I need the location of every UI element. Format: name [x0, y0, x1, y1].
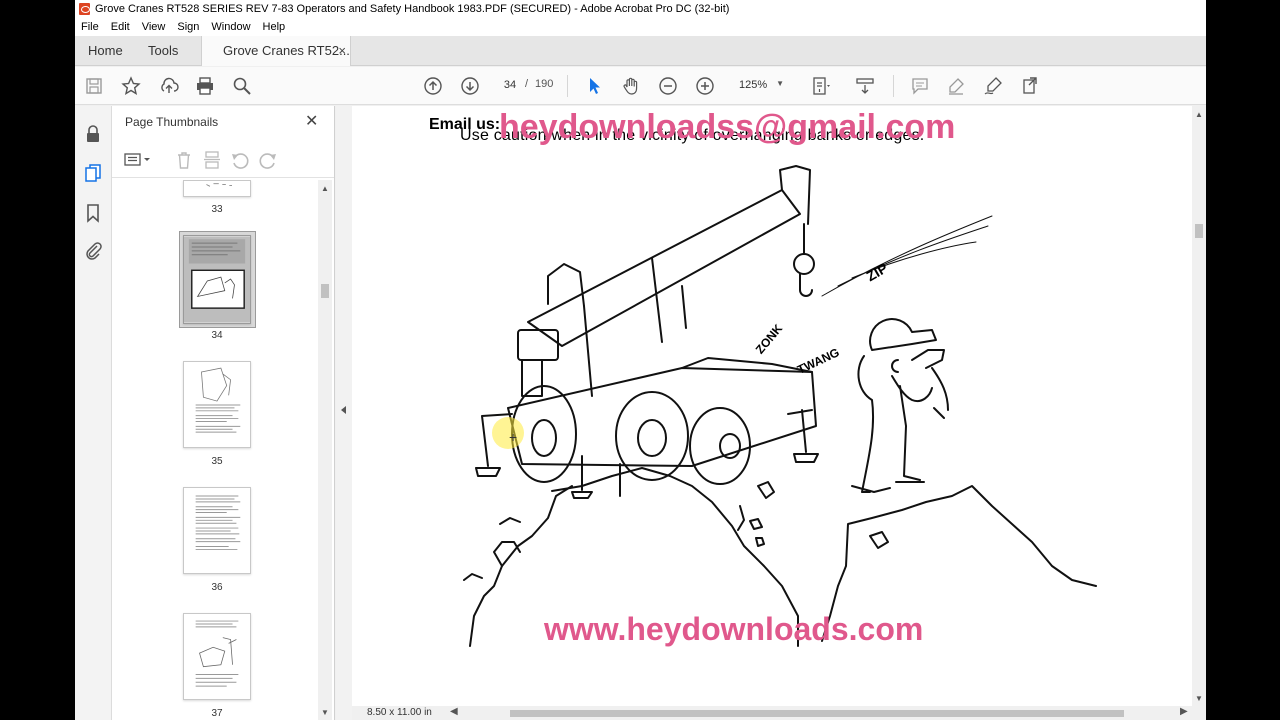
tab-document[interactable]: Grove Cranes RT52... × [201, 36, 351, 66]
email-label: Email us: [429, 116, 501, 133]
page-total: 190 [535, 78, 554, 90]
collapse-arrow-icon [341, 406, 346, 414]
insert-page-icon[interactable] [202, 150, 222, 170]
scroll-up-icon[interactable]: ▲ [321, 184, 329, 193]
left-rail [75, 106, 112, 720]
menu-view[interactable]: View [142, 21, 166, 33]
crosshair-cursor-icon: + [509, 429, 518, 445]
next-page-icon[interactable] [459, 75, 481, 97]
upload-icon[interactable] [158, 75, 180, 97]
page-number-input[interactable] [499, 75, 521, 95]
zoom-value: 125% [739, 79, 768, 91]
status-bar: 8.50 x 11.00 in ◀ ▶ [352, 706, 1206, 720]
thumbnail-page[interactable] [183, 361, 251, 448]
scroll-mode-icon[interactable] [854, 75, 876, 97]
menu-bar: File Edit View Sign Window Help [75, 18, 1206, 36]
thumbnail-page[interactable] [183, 487, 251, 574]
toolbar-divider [893, 75, 894, 97]
tab-document-label: Grove Cranes RT52... [223, 43, 350, 58]
toolbar-divider [567, 75, 568, 97]
thumbnails-scrollbar[interactable]: ▲ ▼ [318, 180, 332, 720]
panel-title: Page Thumbnails [125, 115, 219, 129]
close-panel-icon[interactable]: ✕ [305, 111, 318, 131]
acrobat-app-icon [79, 3, 90, 15]
thumbnail-label: 36 [211, 582, 223, 593]
cursor-highlight [492, 417, 524, 449]
menu-file[interactable]: File [81, 21, 99, 33]
print-icon[interactable] [194, 75, 216, 97]
thumbnails-list: 33 34 35 36 37 [112, 180, 317, 720]
title-bar: Grove Cranes RT528 SERIES REV 7-83 Opera… [75, 0, 1206, 18]
thumbnail-label: 37 [211, 708, 223, 719]
attachment-icon[interactable] [83, 240, 103, 260]
comment-icon[interactable] [909, 75, 931, 97]
pdf-page: Use caution when in the vicinity of over… [352, 106, 1192, 706]
find-icon[interactable] [231, 75, 253, 97]
scroll-down-icon[interactable]: ▼ [1195, 694, 1203, 703]
zoom-in-icon[interactable] [694, 75, 716, 97]
window-title: Grove Cranes RT528 SERIES REV 7-83 Opera… [95, 3, 730, 15]
thumbnails-panel: Page Thumbnails ✕ 33 34 35 36 37 ▲ ▼ [112, 106, 335, 720]
close-tab-icon[interactable]: × [338, 36, 346, 66]
thumbnail-label: 33 [211, 204, 223, 215]
acrobat-window: Grove Cranes RT528 SERIES REV 7-83 Opera… [75, 0, 1206, 720]
page-size-label: 8.50 x 11.00 in [367, 707, 432, 718]
thumbnails-icon[interactable] [83, 163, 103, 183]
tab-bar: Home Tools Grove Cranes RT52... × [75, 36, 1206, 66]
panel-collapse-handle[interactable] [336, 106, 352, 720]
tab-tools[interactable]: Tools [148, 36, 178, 66]
menu-sign[interactable]: Sign [177, 21, 199, 33]
bookmark-star-icon[interactable] [120, 75, 142, 97]
scrollbar-thumb[interactable] [1195, 224, 1203, 238]
bookmark-icon[interactable] [83, 203, 103, 223]
page-fit-icon[interactable] [810, 75, 832, 97]
thumbnails-toolbar [112, 144, 334, 178]
lock-icon[interactable] [83, 124, 103, 144]
zoom-out-icon[interactable] [657, 75, 679, 97]
thumbnail-page[interactable] [183, 613, 251, 700]
scroll-up-icon[interactable]: ▲ [1195, 110, 1203, 119]
menu-help[interactable]: Help [263, 21, 286, 33]
menu-window[interactable]: Window [211, 21, 250, 33]
thumbnail-label: 35 [211, 456, 223, 467]
select-arrow-icon[interactable] [583, 75, 605, 97]
watermark-email: heydownloadss@gmail.com [499, 108, 956, 146]
delete-page-icon[interactable] [174, 150, 194, 170]
thumbnail-page-selected[interactable] [183, 235, 251, 324]
document-vertical-scrollbar[interactable]: ▲ ▼ [1192, 106, 1206, 706]
tab-home[interactable]: Home [88, 36, 123, 66]
chevron-down-icon: ▼ [776, 79, 784, 88]
thumbnail-options-icon[interactable] [124, 150, 156, 170]
main-toolbar: / 190 125% ▼ [75, 67, 1206, 105]
scrollbar-thumb[interactable] [510, 710, 1124, 717]
scroll-right-icon[interactable]: ▶ [1180, 706, 1188, 717]
menu-edit[interactable]: Edit [111, 21, 130, 33]
save-icon[interactable] [83, 75, 105, 97]
zoom-select[interactable]: 125% ▼ [732, 75, 788, 97]
watermark-website: www.heydownloads.com [544, 611, 924, 647]
document-horizontal-scrollbar[interactable]: ◀ ▶ [450, 706, 1190, 718]
share-icon[interactable] [1019, 75, 1041, 97]
document-area: Use caution when in the vicinity of over… [352, 106, 1206, 720]
scrollbar-thumb[interactable] [321, 284, 329, 298]
thumbnail-label: 34 [211, 330, 223, 341]
scroll-down-icon[interactable]: ▼ [321, 708, 329, 717]
highlight-icon[interactable] [945, 75, 967, 97]
thumbnail-page[interactable] [183, 180, 251, 197]
prev-page-icon[interactable] [422, 75, 444, 97]
page-separator: / [525, 78, 529, 90]
rotate-cw-icon[interactable] [258, 150, 278, 170]
sign-icon[interactable] [982, 75, 1004, 97]
rotate-ccw-icon[interactable] [230, 150, 250, 170]
hand-icon[interactable] [620, 75, 642, 97]
scroll-left-icon[interactable]: ◀ [450, 706, 458, 717]
